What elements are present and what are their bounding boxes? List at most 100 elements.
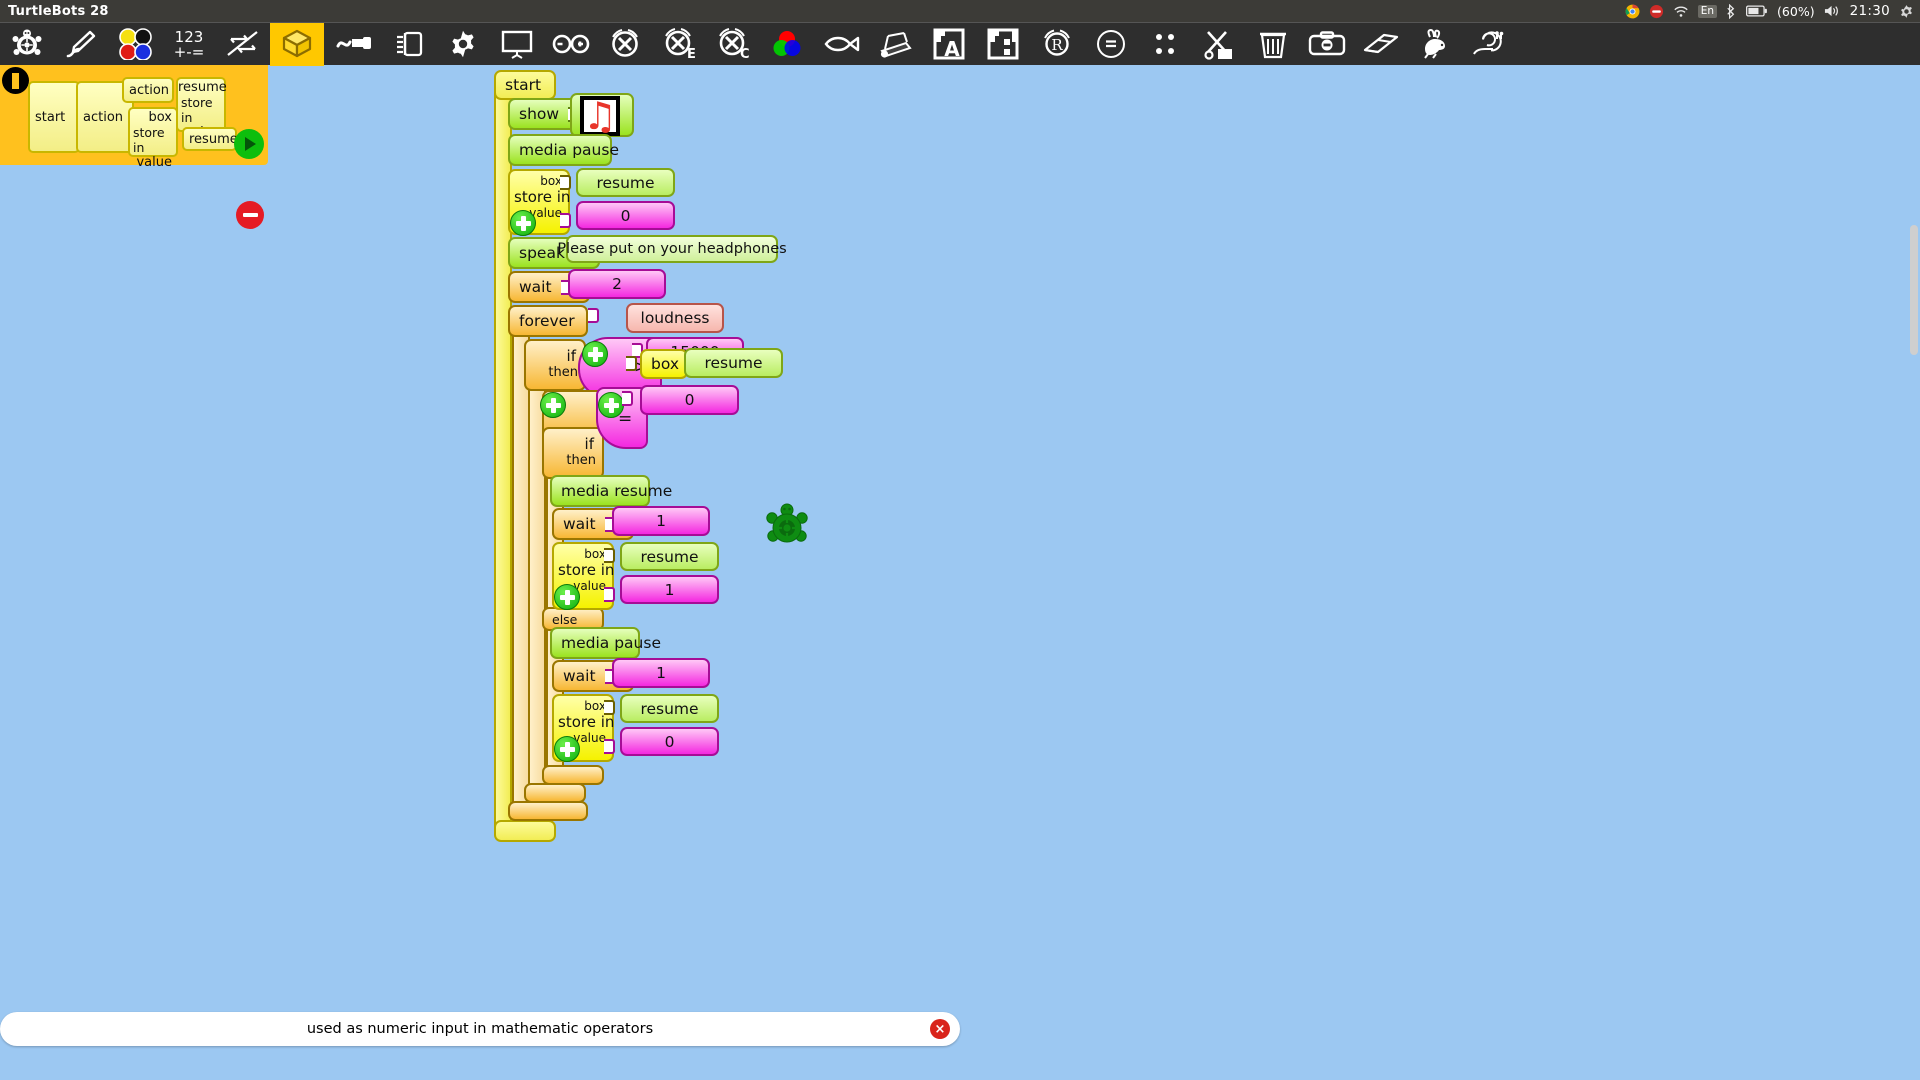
block-number-1-b[interactable]: 1 — [620, 575, 719, 604]
status-help-bar: used as numeric input in mathematic oper… — [0, 1012, 960, 1046]
dots-grid-icon[interactable] — [1138, 23, 1192, 66]
program-canvas[interactable]: start show ♫ media pause box store in va… — [0, 65, 1920, 1080]
eraser-icon[interactable] — [1354, 23, 1408, 66]
store-in-3-expand-button[interactable] — [554, 736, 580, 762]
store-in-1-value-socket — [560, 213, 571, 228]
no-circle-x-c-icon[interactable]: C — [706, 23, 760, 66]
rabbit-icon[interactable] — [1408, 23, 1462, 66]
palette-toggle-button[interactable] — [2, 67, 29, 94]
palette-block-resume-var[interactable]: resume — [182, 127, 237, 151]
clock[interactable]: 21:30 — [1850, 3, 1890, 19]
status-close-button[interactable]: × — [930, 1019, 950, 1039]
camera-minus-icon[interactable] — [1300, 23, 1354, 66]
svg-text:R: R — [1051, 36, 1063, 54]
block-var-resume-4[interactable]: resume — [620, 694, 719, 723]
block-var-resume-3[interactable]: resume — [620, 542, 719, 571]
palette-block-store-in-2-label: store in — [178, 95, 224, 125]
language-indicator[interactable]: En — [1698, 5, 1717, 18]
presentation-icon[interactable] — [490, 23, 544, 66]
no-circle-x-e-icon[interactable]: E — [652, 23, 706, 66]
greater-than-expand-button[interactable] — [582, 341, 608, 367]
bluetooth-icon[interactable] — [1726, 4, 1737, 19]
chrome-icon[interactable] — [1625, 4, 1640, 19]
block-var-resume-3-label: resume — [640, 548, 698, 566]
svg-text:+-=: +-= — [174, 43, 205, 61]
block-number-1-c[interactable]: 1 — [612, 658, 710, 688]
palette-next-arrow-button[interactable] — [234, 129, 264, 159]
block-media-pause-2[interactable]: media pause — [550, 627, 640, 659]
flow-icon[interactable] — [216, 23, 270, 66]
fish-icon[interactable] — [814, 23, 868, 66]
block-media-pause-1[interactable]: media pause — [508, 134, 612, 166]
greater-than-left-socket — [588, 308, 599, 323]
block-number-1-a[interactable]: 1 — [612, 506, 710, 536]
store-in-1-expand-button[interactable] — [510, 210, 536, 236]
palette-block-action-2[interactable]: action — [122, 77, 174, 103]
snail-icon[interactable] — [1462, 23, 1516, 66]
svg-text:C: C — [740, 47, 750, 61]
sensors-plug-icon[interactable] — [328, 23, 382, 66]
block-number-0-a[interactable]: 0 — [576, 201, 675, 230]
palette-block-store-in-box[interactable]: box store in value — [128, 107, 178, 157]
gear-icon[interactable] — [436, 23, 490, 66]
rgb-circles-icon[interactable] — [760, 23, 814, 66]
wifi-icon[interactable] — [1673, 5, 1689, 18]
cart-icon[interactable] — [868, 23, 922, 66]
block-show-label: show — [510, 105, 568, 123]
system-bar: TurtleBots 28 En (60%) 21:30 — [0, 0, 1920, 22]
block-number-0-b-label: 0 — [685, 391, 695, 409]
if-2-expand-button[interactable] — [540, 392, 566, 418]
colors-icon[interactable] — [108, 23, 162, 66]
block-number-0-b[interactable]: 0 — [640, 385, 739, 415]
palette-block-start[interactable]: start — [28, 81, 80, 153]
palette-block-store-in-resume[interactable]: resume store in value — [176, 77, 226, 132]
numbers-icon[interactable]: 123 +-= — [162, 23, 216, 66]
svg-text:A: A — [944, 37, 960, 60]
trash-icon[interactable] — [1246, 23, 1300, 66]
turtle-icon[interactable] — [0, 23, 54, 66]
store-in-2-box-socket — [604, 548, 615, 563]
block-start-label: start — [496, 76, 550, 94]
infinity-icon[interactable] — [544, 23, 598, 66]
equals-circle-icon[interactable] — [1084, 23, 1138, 66]
blocks-frame-icon[interactable] — [976, 23, 1030, 66]
block-text-headphones[interactable]: Please put on your headphones — [566, 235, 778, 263]
status-message: used as numeric input in mathematic oper… — [307, 1021, 653, 1037]
letter-a-frame-icon[interactable]: A — [922, 23, 976, 66]
scissors-icon[interactable] — [1192, 23, 1246, 66]
equals-expand-button[interactable] — [598, 392, 624, 418]
svg-text:E: E — [687, 47, 696, 61]
block-loudness[interactable]: loudness — [626, 303, 724, 333]
vertical-scrollbar[interactable] — [1910, 225, 1918, 355]
block-start[interactable]: start — [494, 70, 556, 100]
music-note-icon: ♫ — [583, 97, 617, 135]
extras-icon[interactable] — [382, 23, 436, 66]
media-thumbnail[interactable]: ♫ — [580, 96, 620, 136]
window-title: TurtleBots 28 — [0, 4, 109, 19]
block-palette[interactable]: start action action box store in value r… — [0, 65, 268, 165]
volume-icon[interactable] — [1824, 4, 1841, 18]
pen-icon[interactable] — [54, 23, 108, 66]
block-wait-3-label: wait — [554, 667, 605, 685]
block-var-resume-1[interactable]: resume — [576, 168, 675, 197]
block-media-resume[interactable]: media resume — [550, 475, 650, 507]
block-if-2[interactable]: if then — [542, 427, 604, 479]
block-number-2[interactable]: 2 — [568, 269, 666, 299]
turtle-sprite[interactable] — [766, 503, 808, 549]
do-not-disturb-icon[interactable] — [1649, 4, 1664, 19]
palette-block-resume-label: resume — [178, 79, 224, 95]
gear-icon[interactable] — [1899, 4, 1914, 19]
block-number-1-c-label: 1 — [656, 664, 666, 682]
block-box-2[interactable]: box — [640, 349, 688, 379]
block-var-resume-2[interactable]: resume — [684, 348, 783, 378]
blocks-box-icon[interactable] — [270, 23, 324, 66]
registered-r-icon[interactable]: R — [1030, 23, 1084, 66]
store-in-2-expand-button[interactable] — [554, 584, 580, 610]
block-forever[interactable]: forever — [508, 305, 588, 337]
block-if-1[interactable]: if then — [524, 339, 586, 391]
palette-minus-button[interactable] — [236, 201, 264, 229]
block-number-0-c[interactable]: 0 — [620, 727, 719, 756]
battery-icon[interactable] — [1746, 5, 1768, 17]
block-else-label: else — [544, 609, 602, 627]
no-circle-x-icon[interactable] — [598, 23, 652, 66]
